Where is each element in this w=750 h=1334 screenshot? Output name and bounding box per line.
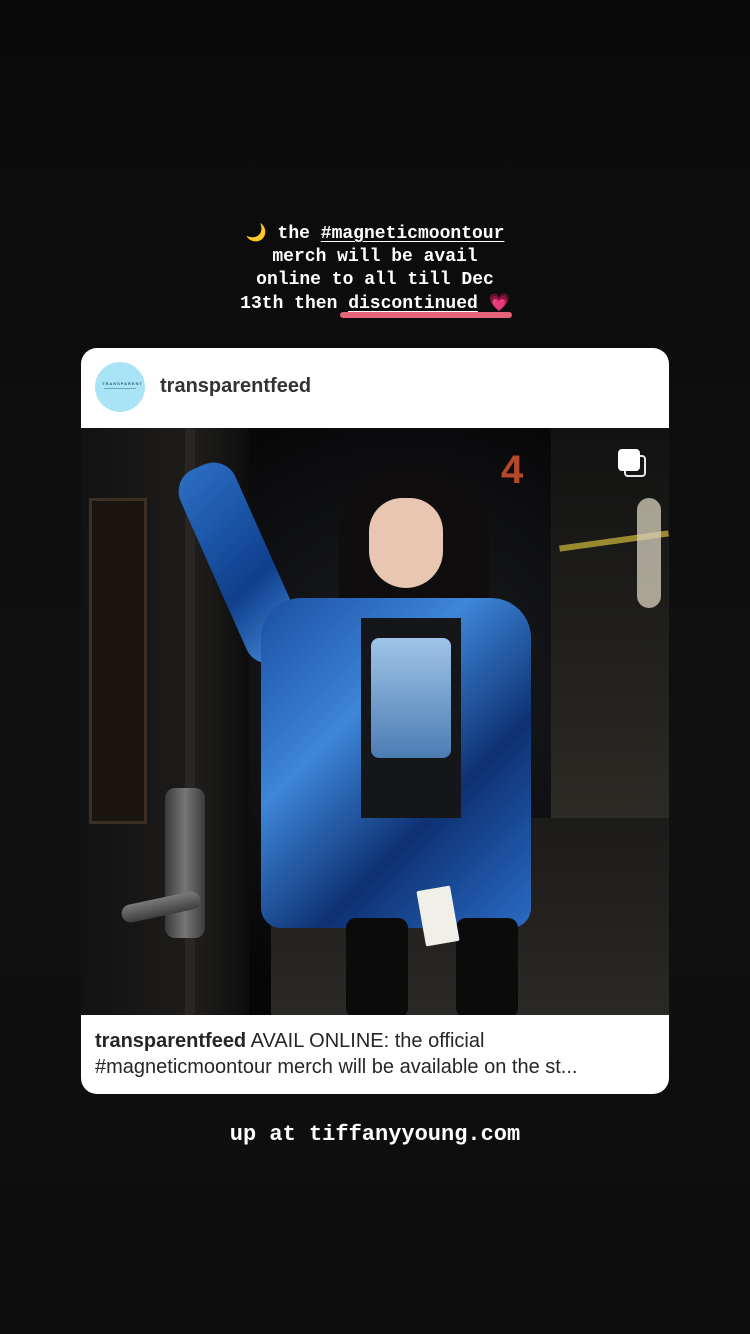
caption-line-1: 🌙 the #magneticmoontour: [245, 223, 505, 244]
avatar-logo-line: [104, 388, 136, 389]
underlined-word: discontinued: [348, 294, 478, 314]
pink-heart-icon: 💗: [488, 293, 510, 313]
crescent-moon-icon: 🌙: [245, 223, 267, 243]
story-bottom-caption: up at tiffanyyoung.com: [229, 1122, 521, 1147]
caption-username: transparentfeed: [95, 1030, 247, 1052]
person-leg-left: [346, 918, 408, 1015]
multi-photo-icon: [618, 449, 648, 479]
avatar[interactable]: TRANSPARENT: [95, 362, 145, 412]
hashtag-link[interactable]: #magneticmoontour: [321, 224, 505, 244]
avatar-logo: TRANSPARENT: [102, 381, 143, 386]
caption-line-3: online to all till Dec: [256, 270, 494, 290]
person-face: [369, 498, 443, 588]
post-header[interactable]: TRANSPARENT transparentfeed: [81, 348, 669, 428]
photo-light: [637, 498, 661, 608]
caption-line-a: transparentfeed AVAIL ONLINE: the offici…: [95, 1030, 485, 1052]
post-username[interactable]: transparentfeed: [160, 375, 311, 398]
caption-line-2: merch will be avail: [272, 247, 478, 267]
shirt-print: [371, 638, 451, 758]
person-leg-right: [456, 918, 518, 1015]
door-handle: [165, 788, 205, 938]
caption-line-b: #magneticmoontour merch will be availabl…: [95, 1056, 578, 1078]
post-photo[interactable]: 4: [81, 428, 669, 1015]
shared-post-card[interactable]: TRANSPARENT transparentfeed 4 transparen…: [81, 348, 669, 1094]
door-window: [89, 498, 147, 824]
story-screen[interactable]: 🌙 the #magneticmoontour merch will be av…: [0, 0, 750, 1334]
story-top-caption: 🌙 the #magneticmoontour merch will be av…: [0, 222, 750, 316]
hand-drawn-underline: [340, 312, 512, 318]
photo-person: [170, 448, 551, 1015]
post-caption[interactable]: transparentfeed AVAIL ONLINE: the offici…: [95, 1028, 653, 1080]
